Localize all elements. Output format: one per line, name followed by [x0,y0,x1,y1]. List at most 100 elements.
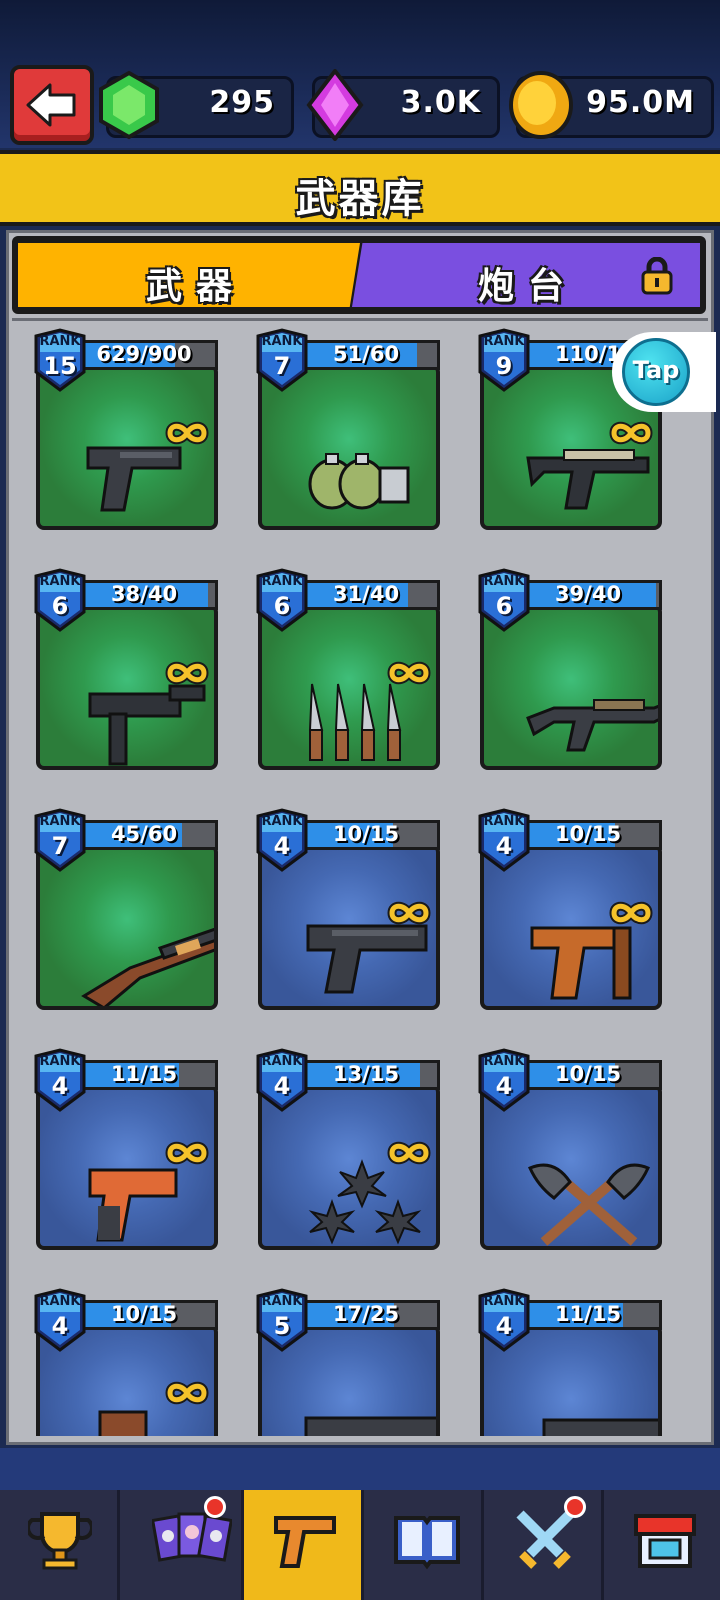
trophy-icon [26,1508,94,1576]
notification-dot [564,1496,586,1518]
infinity-icon [608,420,654,450]
energy-pistol-icon [524,438,654,522]
tap-button-label: Tap [632,356,680,384]
gem-count: 295 [209,85,275,120]
progress-text: 45/60 [110,822,178,846]
progress-text: 11/15 [110,1062,178,1086]
rank-number: 7 [51,832,69,860]
rank-number: 4 [51,1072,69,1100]
rank-number: 9 [495,352,513,380]
rank-number: 6 [495,592,513,620]
coin-count: 95.0M [586,85,695,120]
gem-counter[interactable]: 295 [99,70,294,140]
rank-label: RANK [261,814,303,829]
nav-character-cards[interactable] [124,1490,244,1600]
rank-label: RANK [483,574,525,589]
rank-number: 4 [273,1072,291,1100]
nav-shop[interactable] [604,1490,720,1600]
rank-number: 5 [273,1312,291,1340]
energy-rifle-icon [524,678,658,762]
infinity-icon [386,900,432,930]
nav-crossed-swords[interactable] [484,1490,604,1600]
rifle-icon [524,1398,658,1436]
progress-text: 51/60 [332,342,400,366]
shop-icon [632,1508,698,1576]
rank-label: RANK [261,334,303,349]
weapon-icon [80,1398,160,1436]
nav-trophy[interactable] [0,1490,120,1600]
crystal-counter[interactable]: 3.0K [306,67,500,143]
gold-coin-icon [507,69,575,145]
weapon-card[interactable]: M1038/40RANK6 [32,564,218,770]
rank-number: 6 [51,592,69,620]
back-button[interactable] [10,65,94,145]
rank-number: 7 [273,352,291,380]
flare-gun-icon [80,1158,190,1246]
infinity-icon [164,420,210,450]
progress-text: 10/15 [332,822,400,846]
character-cards-icon [150,1508,234,1576]
weapon-card[interactable]: 爆裂枪11/15RANK4 [32,1044,218,1250]
weapon-card[interactable]: 射钉枪10/15RANK4 [476,804,662,1010]
weapon-card[interactable]: 飞刀31/40RANK6 [254,564,440,770]
green-gem-icon [97,69,161,145]
progress-text: 10/15 [554,822,622,846]
infinity-icon [164,660,210,690]
rank-label: RANK [261,574,303,589]
nav-weapon-pistol[interactable] [244,1490,364,1600]
desert-eagle-icon [302,918,432,1002]
lock-icon [640,256,674,299]
bottom-nav [0,1490,720,1600]
weapon-card[interactable]: 10/15 RANK 4 [32,1284,218,1436]
tab-weapons[interactable]: 武器 [18,243,360,307]
infinity-icon [164,1140,210,1170]
weapon-card[interactable]: Glock629/900RANK15 [32,324,218,530]
rank-label: RANK [261,1054,303,1069]
grenade-icon [302,438,422,522]
progress-text: 11/15 [554,1302,622,1326]
progress-text: 629/900 [96,342,192,366]
rank-label: RANK [483,1294,525,1309]
rank-number: 15 [43,352,77,380]
weapon-card[interactable]: 17/25 RANK 5 [254,1284,440,1436]
nav-book[interactable] [364,1490,484,1600]
shotgun-icon [80,918,214,1006]
weapon-card[interactable]: 手榴弹51/60RANK7 [254,324,440,530]
rank-number: 4 [273,832,291,860]
rank-number: 4 [495,1072,513,1100]
infinity-icon [608,900,654,930]
crystal-count: 3.0K [400,85,481,120]
throwing-knives-icon [302,678,412,766]
weapon-card[interactable]: 飞斧10/15RANK4 [476,1044,662,1250]
book-icon [392,1508,462,1576]
weapon-card[interactable]: 能量步枪39/40RANK6 [476,564,662,770]
infinity-icon [386,660,432,690]
infinity-icon [164,1380,210,1410]
rank-label: RANK [39,1054,81,1069]
weapon-card[interactable]: 霰弹枪45/60RANK7 [32,804,218,1010]
nail-gun-icon [524,918,644,1006]
rank-number: 6 [273,592,291,620]
rank-number: 4 [51,1312,69,1340]
tab-weapons-label: 武器 [146,266,247,307]
smg-icon [80,678,210,766]
rank-label: RANK [483,814,525,829]
progress-text: 10/15 [110,1302,178,1326]
infinity-icon [386,1140,432,1170]
coin-counter[interactable]: 95.0M [509,71,714,139]
nav-strip [0,1448,720,1490]
tap-button[interactable]: Tap [612,332,716,412]
title-bar: 武器库 [0,150,720,226]
progress-text: 13/15 [332,1062,400,1086]
weapon-card[interactable]: 11/15 RANK 4 [476,1284,662,1436]
weapon-card[interactable]: 沙漠之鹰10/15RANK4 [254,804,440,1010]
tab-turrets[interactable]: 炮台 [352,243,700,307]
progress-text: 10/15 [554,1062,622,1086]
progress-text: 38/40 [110,582,178,606]
rank-number: 4 [495,1312,513,1340]
throwing-axe-icon [524,1158,654,1246]
pistol-icon [80,438,190,522]
rank-label: RANK [39,1294,81,1309]
rank-label: RANK [39,814,81,829]
weapon-card[interactable]: 手里剑13/15RANK4 [254,1044,440,1250]
